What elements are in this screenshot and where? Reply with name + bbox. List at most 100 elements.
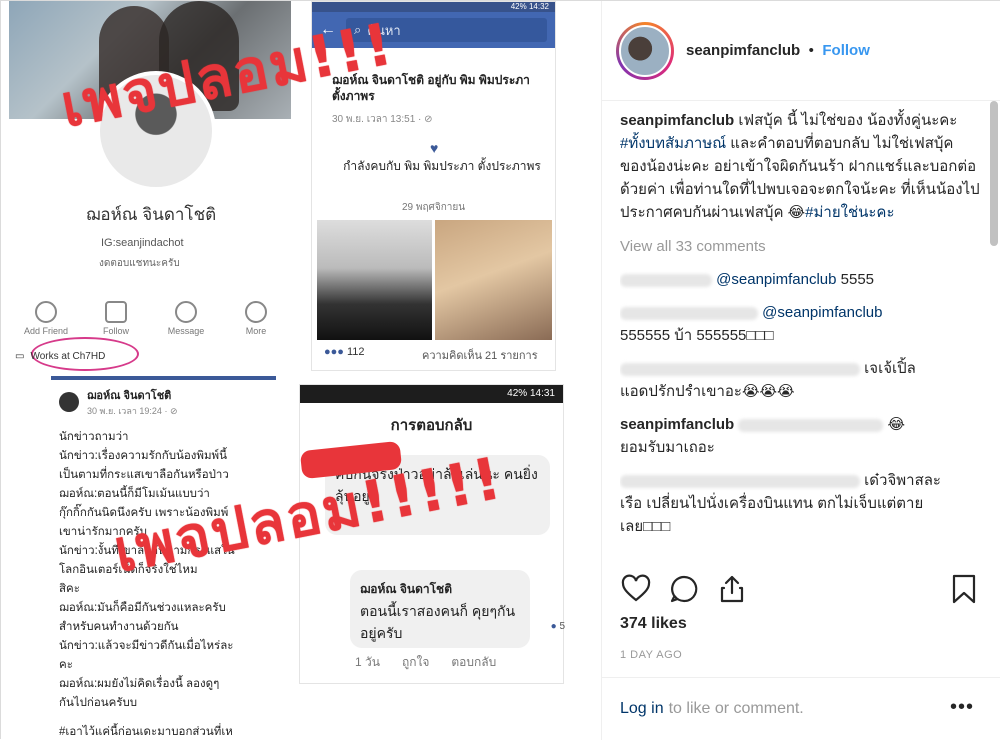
post-image-collage[interactable]: ฌอห์ณ จินดาโชติ IG:seanjindachot งดตอบแช…: [1, 1, 601, 740]
comment-mention[interactable]: @seanpimfanclub: [716, 271, 836, 288]
comment-text: แอดปรักปรำเขาอะ😭😭😭: [620, 383, 795, 400]
post-line: นักข่าว:เรื่องความรักกับน้องพิมพ์นี้: [59, 450, 228, 462]
post-line: นักข่าว:แล้วจะมีข่าวดีกันเมื่อไหร่ละ: [59, 640, 234, 652]
works-at-text: Works at Ch7HD: [30, 351, 106, 362]
follow-action: Follow: [86, 301, 146, 336]
blurred-username: [620, 474, 860, 488]
post-line: ฌอห์ณ:มันก็คือมีกันช่วงแหละครับ: [59, 602, 226, 614]
relationship-status: กำลังคบกับ พิม พิมประภา ตั้งประภาพร: [343, 159, 541, 173]
login-prompt: to like or comment.: [668, 700, 804, 717]
messenger-icon: [175, 301, 197, 323]
post-side-panel: seanpimfanclub • Follow seanpimfanclub เ…: [601, 1, 1000, 740]
facebook-reply-note: งดตอบแชทนะครับ: [99, 258, 180, 269]
reply-author: ฌอห์ณ จินดาโชติ: [360, 582, 452, 596]
works-at: ▭ Works at Ch7HD: [15, 351, 105, 362]
reply-reaction-count: 5: [559, 621, 565, 632]
follow-button[interactable]: Follow: [822, 42, 870, 59]
comments-scrollbar[interactable]: [990, 101, 998, 561]
photo-man-camera: [317, 220, 432, 340]
blurred-username: [620, 273, 712, 287]
more-options-icon[interactable]: •••: [950, 696, 974, 719]
share-icon[interactable]: [716, 573, 748, 605]
comment-mention[interactable]: @seanpimfanclub: [762, 304, 882, 321]
reply-bubble-answer: ฌอห์ณ จินดาโชติ ตอนนี้เราสองคนก็ คุยๆกัน…: [350, 570, 565, 648]
reaction-count: ●●● 112: [324, 346, 365, 358]
comment-text: 5555: [836, 271, 875, 288]
action-label: Follow: [102, 326, 129, 336]
blurred-text: [738, 418, 884, 432]
post-timestamp[interactable]: 1 DAY AGO: [620, 649, 682, 661]
action-label: Add Friend: [23, 326, 69, 336]
post-action-bar: [620, 573, 980, 607]
post-time: 30 พ.ย. เวลา 19:24 · ⊘: [87, 406, 178, 416]
post-line: นักข่าวถามว่า: [59, 431, 129, 443]
username-link[interactable]: seanpimfanclub: [686, 42, 800, 59]
facebook-profile-name: ฌอห์ณ จินดาโชติ: [85, 205, 217, 224]
reply-text: ตอนนี้เราสองคนก็ คุยๆกันอยู่ครับ: [360, 603, 516, 641]
comment-icon[interactable]: [668, 573, 700, 605]
briefcase-icon: ▭: [15, 351, 25, 362]
caption-hashtag[interactable]: #ม่ายใช่นะคะ: [805, 204, 894, 221]
avatar[interactable]: [616, 21, 674, 80]
photo-woman: [435, 220, 552, 340]
separator-dot: •: [808, 41, 814, 59]
caption-text: เฟสบุ้ค นี้ ไม่ใช่ของ น้องทั้งคู่นะคะ: [734, 112, 958, 129]
add-friend-action: Add Friend: [16, 301, 76, 336]
reaction-number: 112: [347, 346, 365, 358]
comment-text: เด๋วจิพาสละ: [864, 472, 941, 489]
more-action: More: [226, 301, 286, 336]
comment-username[interactable]: seanpimfanclub: [620, 416, 734, 433]
comment-text: เลย□□□: [620, 518, 671, 535]
comment-item: @seanpimfanclub 555555 บ้า 555555□□□: [620, 301, 980, 347]
instagram-post-window: ฌอห์ณ จินดาโชติ IG:seanjindachot งดตอบแช…: [0, 0, 1000, 740]
add-friend-icon: [35, 301, 57, 323]
heart-icon[interactable]: [620, 573, 652, 605]
heart-icon: ♥: [430, 140, 439, 156]
avatar: [59, 392, 79, 412]
caption-username[interactable]: seanpimfanclub: [620, 112, 734, 129]
post-line: ฌอห์ณ:ผมยังไม่คิดเรื่องนี้ ลองดูๆ: [59, 678, 220, 690]
comment-text: ยอมรับมาเถอะ: [620, 439, 715, 456]
more-icon: [245, 301, 267, 323]
post-line: คะ: [59, 659, 73, 671]
comments-list[interactable]: seanpimfanclub เฟสบุ้ค นี้ ไม่ใช่ของ น้อ…: [620, 109, 980, 564]
reaction-icons: ●●●: [324, 346, 344, 358]
follow-icon: [105, 301, 127, 323]
comment-text: 555555 บ้า 555555□□□: [620, 327, 774, 344]
reply-reactions: ● 5: [551, 616, 565, 638]
facebook-profile-ig: IG:seanjindachot: [101, 237, 184, 249]
comment-item: @seanpimfanclub 5555: [620, 268, 980, 291]
reply-reply-label: ตอบกลับ: [451, 655, 497, 669]
view-all-comments-link[interactable]: View all 33 comments: [620, 235, 980, 258]
reply-like-label: ถูกใจ: [401, 655, 430, 669]
like-reaction-icon: ●: [550, 621, 557, 632]
comment-item: เด๋วจิพาสละ เรือ เปลี่ยนไปนั่งเครื่องบิน…: [620, 469, 980, 538]
post-header: ฌอห์ณ จินดาโชติ 30 พ.ย. เวลา 19:24 · ⊘: [51, 380, 276, 424]
post-hashtag-line: #เอาไว้แค่นี้ก่อนเดะมาบอกส่วนที่เห: [59, 726, 233, 738]
post-caption: seanpimfanclub เฟสบุ้ค นี้ ไม่ใช่ของ น้อ…: [620, 109, 980, 224]
post-header: seanpimfanclub • Follow: [602, 1, 1000, 101]
blurred-username: [620, 306, 758, 320]
login-link[interactable]: Log in: [620, 700, 664, 718]
blurred-username: [620, 362, 860, 376]
comment-text: เรือ เปลี่ยนไปนั่งเครื่องบินแทน ตกไม่เจ็…: [620, 495, 924, 512]
bookmark-icon[interactable]: [948, 573, 980, 605]
reply-footer: 1 วัน ถูกใจ ตอบกลับ: [355, 653, 496, 672]
phone-status-bar: 42% 14:31: [300, 385, 563, 403]
likes-count[interactable]: 374 likes: [620, 615, 687, 633]
action-label: Message: [167, 326, 205, 336]
comment-footer: Log in to like or comment. •••: [602, 677, 1000, 740]
post-line: กันไปก่อนครับบ: [59, 697, 138, 709]
scrollbar-thumb[interactable]: [990, 101, 998, 246]
comment-emoji: 😂: [887, 416, 906, 433]
facebook-profile-actions: Add Friend Follow Message More: [16, 301, 286, 336]
post-author: ฌอห์ณ จินดาโชติ: [87, 390, 172, 402]
comment-text: เจเจ้เปิ้ล: [864, 360, 916, 377]
comment-count: ความคิดเห็น 21 รายการ: [422, 350, 538, 362]
reply-age: 1 วัน: [355, 655, 380, 669]
caption-hashtag[interactable]: #ทั้งบทสัมภาษณ์: [620, 135, 726, 152]
replies-title: การตอบกลับ: [390, 417, 473, 434]
comment-item: เจเจ้เปิ้ล แอดปรักปรำเขาอะ😭😭😭: [620, 357, 980, 403]
comment-item: seanpimfanclub 😂 ยอมรับมาเถอะ: [620, 413, 980, 459]
post-line: สำหรับคนทำงานด้วยกัน: [59, 621, 179, 633]
